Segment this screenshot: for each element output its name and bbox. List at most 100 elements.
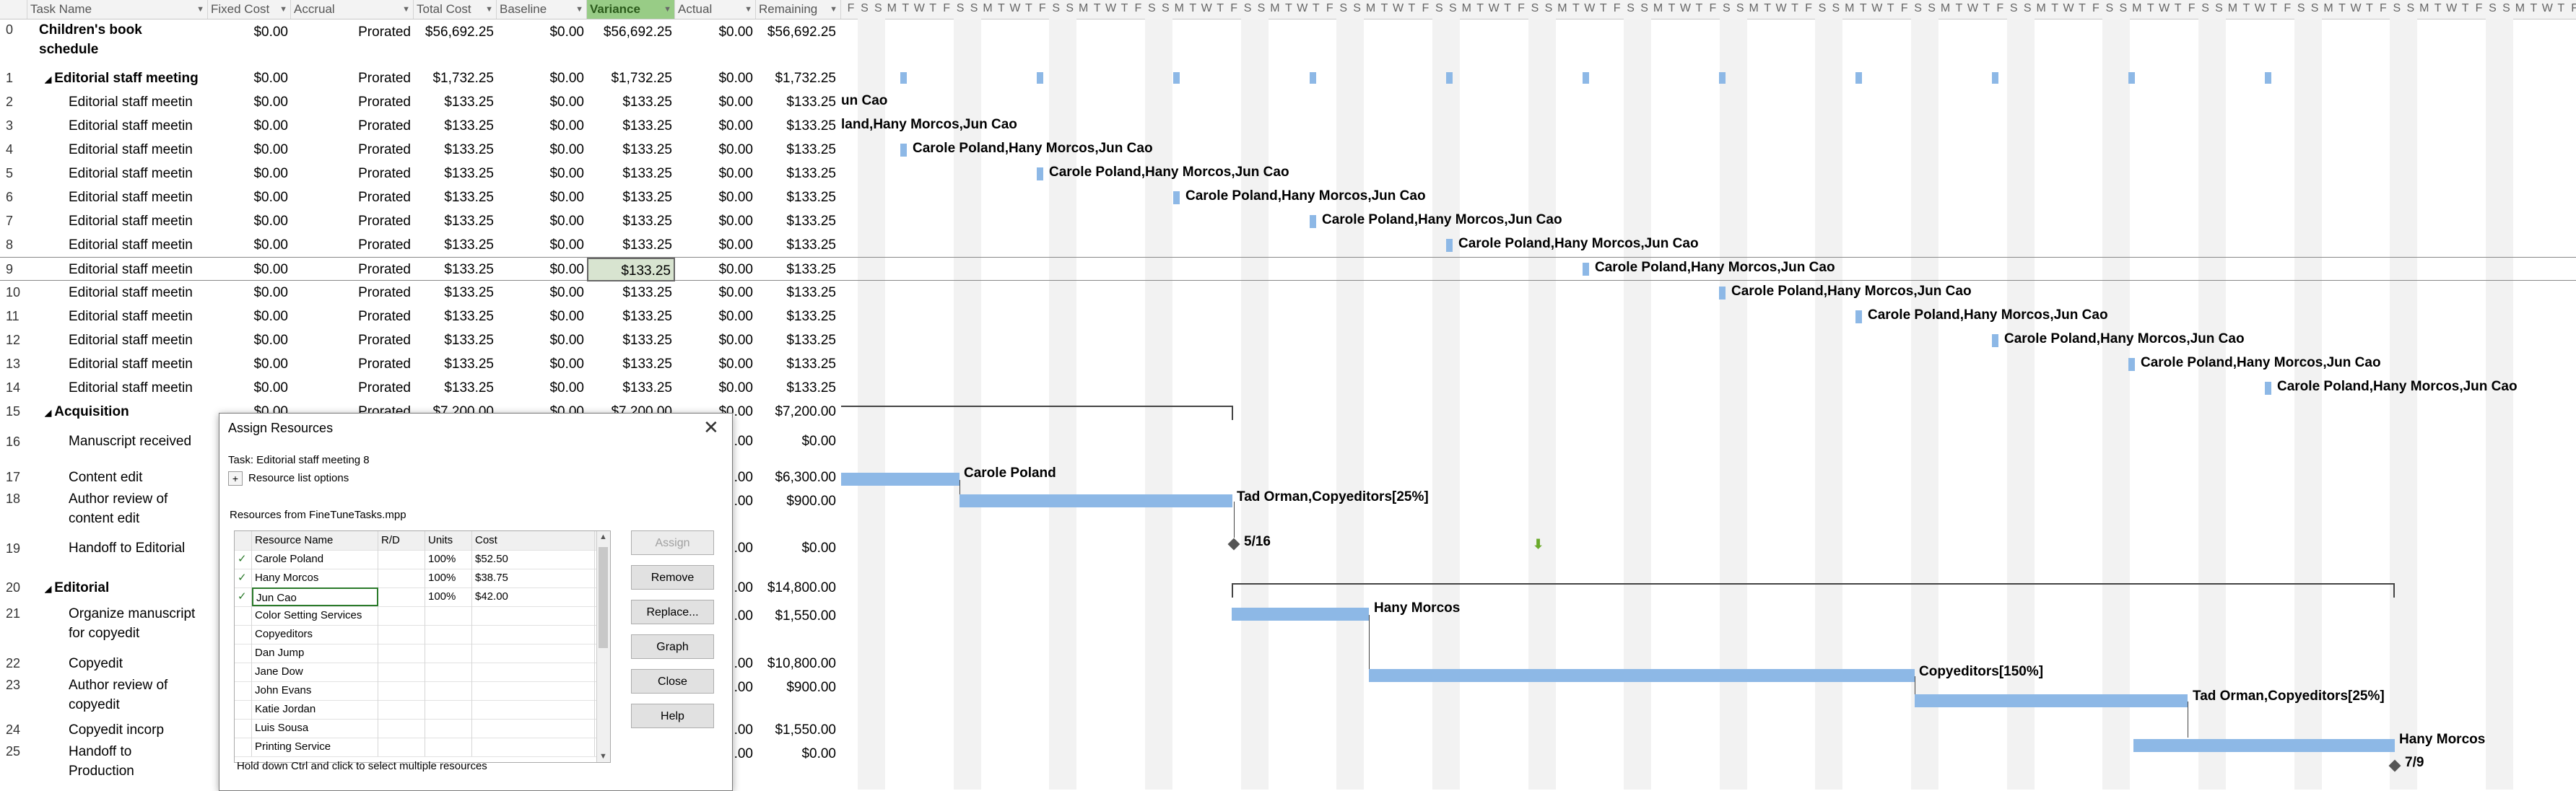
- fixed-cost-cell[interactable]: $0.00: [208, 209, 291, 233]
- fixed-cost-cell[interactable]: $0.00: [208, 305, 291, 328]
- variance-cell[interactable]: $133.25: [587, 162, 675, 185]
- total-cost-cell[interactable]: $133.25: [414, 233, 497, 257]
- remaining-cell[interactable]: $0.00: [756, 424, 839, 460]
- row-id[interactable]: 11: [0, 305, 26, 328]
- dropdown-icon[interactable]: ▼: [830, 0, 837, 19]
- resource-cost[interactable]: $38.75: [472, 569, 595, 587]
- total-cost-cell[interactable]: $133.25: [414, 162, 497, 185]
- resource-row[interactable]: Color Setting Services: [235, 606, 610, 626]
- col-actual[interactable]: Actual ▼: [675, 0, 756, 19]
- col-variance[interactable]: Variance ▼: [587, 0, 675, 19]
- collapse-icon[interactable]: ◢: [45, 408, 51, 418]
- variance-cell[interactable]: $133.25: [587, 90, 675, 114]
- resource-name[interactable]: Carole Poland: [252, 550, 378, 569]
- fixed-cost-cell[interactable]: $0.00: [208, 185, 291, 209]
- resource-units[interactable]: 100%: [425, 569, 472, 587]
- remaining-cell[interactable]: $0.00: [756, 742, 839, 766]
- task-bar-organize[interactable]: [1232, 608, 1369, 621]
- fixed-cost-cell[interactable]: $0.00: [208, 233, 291, 257]
- accrual-cell[interactable]: Prorated: [291, 209, 414, 233]
- resource-row[interactable]: Jane Dow: [235, 663, 610, 682]
- row-id[interactable]: 19: [0, 530, 26, 567]
- row-id[interactable]: 7: [0, 209, 26, 233]
- resource-name[interactable]: Dan Jump: [252, 644, 378, 663]
- table-row[interactable]: 10 Editorial staff meetin $0.00 Prorated $13…: [0, 281, 841, 305]
- assigned-check-icon[interactable]: [235, 719, 252, 738]
- actual-cell[interactable]: $0.00: [675, 114, 756, 138]
- accrual-cell[interactable]: Prorated: [291, 138, 414, 162]
- resource-name[interactable]: Luis Sousa: [252, 719, 378, 738]
- fixed-cost-cell[interactable]: $0.00: [208, 162, 291, 185]
- remaining-cell[interactable]: $133.25: [756, 281, 839, 305]
- dropdown-icon[interactable]: ▼: [485, 0, 493, 19]
- assigned-check-icon[interactable]: [235, 681, 252, 700]
- meeting-tick[interactable]: [2128, 72, 2135, 84]
- task-name-cell[interactable]: ◢ Editorial: [45, 576, 225, 601]
- total-cost-cell[interactable]: $133.25: [414, 114, 497, 138]
- scroll-down-icon[interactable]: ▼: [599, 752, 607, 761]
- total-cost-cell[interactable]: $1,732.25: [414, 66, 497, 90]
- task-bar-copyedit[interactable]: [1369, 669, 1915, 682]
- remaining-cell[interactable]: $1,732.25: [756, 66, 839, 90]
- variance-cell[interactable]: $56,692.25: [587, 20, 675, 44]
- actual-cell[interactable]: $0.00: [675, 66, 756, 90]
- resource-row[interactable]: Katie Jordan: [235, 700, 610, 720]
- resource-cost[interactable]: [472, 606, 595, 625]
- resource-table[interactable]: Resource Name R/D Units Cost ✓ Carole Pol…: [234, 530, 611, 763]
- task-bar-copyedit-incorp[interactable]: [2133, 739, 2395, 752]
- remaining-cell[interactable]: $14,800.00: [756, 576, 839, 600]
- remaining-cell[interactable]: $0.00: [756, 530, 839, 567]
- baseline-cell[interactable]: $0.00: [497, 258, 587, 281]
- resource-cost[interactable]: $42.00: [472, 587, 595, 606]
- fixed-cost-cell[interactable]: $0.00: [208, 328, 291, 352]
- accrual-cell[interactable]: Prorated: [291, 305, 414, 328]
- task-bar[interactable]: [1310, 215, 1316, 228]
- accrual-cell[interactable]: Prorated: [291, 376, 414, 400]
- resource-units[interactable]: [425, 663, 472, 681]
- task-bar[interactable]: [1173, 191, 1180, 204]
- task-bar[interactable]: [900, 144, 907, 157]
- fixed-cost-cell[interactable]: $0.00: [208, 376, 291, 400]
- resource-row[interactable]: ✓ Jun Cao 100% $42.00: [235, 587, 610, 607]
- row-id[interactable]: 0: [0, 20, 26, 40]
- actual-cell[interactable]: $0.00: [675, 90, 756, 114]
- task-bar-author-review-copyedit[interactable]: [1915, 694, 2188, 707]
- variance-cell[interactable]: $133.25: [587, 233, 675, 257]
- assigned-check-icon[interactable]: [235, 738, 252, 756]
- table-row[interactable]: 14 Editorial staff meetin $0.00 Prorated $13…: [0, 376, 841, 400]
- resource-rd[interactable]: [378, 681, 425, 700]
- row-id[interactable]: 1: [0, 66, 26, 90]
- total-cost-cell[interactable]: $133.25: [414, 376, 497, 400]
- row-id[interactable]: 20: [0, 576, 26, 600]
- variance-cell[interactable]: $133.25: [587, 376, 675, 400]
- remaining-cell[interactable]: $7,200.00: [756, 400, 839, 424]
- total-cost-cell[interactable]: $133.25: [414, 185, 497, 209]
- row-id[interactable]: 5: [0, 162, 26, 185]
- table-row[interactable]: 1 ◢ Editorial staff meeting $0.00 Prorated $1…: [0, 66, 841, 90]
- resource-cost[interactable]: [472, 663, 595, 681]
- resource-cost[interactable]: [472, 738, 595, 756]
- col-baseline[interactable]: Baseline ▼: [497, 0, 587, 19]
- variance-cell[interactable]: $133.25: [587, 138, 675, 162]
- dropdown-icon[interactable]: ▼: [402, 0, 410, 19]
- row-id[interactable]: 13: [0, 352, 26, 376]
- resource-name[interactable]: Jane Dow: [252, 663, 378, 681]
- resource-units[interactable]: [425, 681, 472, 700]
- remaining-cell[interactable]: $133.25: [756, 114, 839, 138]
- resource-units[interactable]: [425, 644, 472, 663]
- col-remaining[interactable]: Remaining ▼: [756, 0, 841, 19]
- resource-units[interactable]: 100%: [425, 587, 472, 606]
- remaining-cell[interactable]: $10,800.00: [756, 652, 839, 676]
- actual-cell[interactable]: $0.00: [675, 138, 756, 162]
- actual-cell[interactable]: $0.00: [675, 258, 756, 281]
- meeting-tick[interactable]: [1173, 72, 1180, 84]
- remaining-cell[interactable]: $133.25: [756, 233, 839, 257]
- remaining-cell[interactable]: $133.25: [756, 258, 839, 281]
- resource-list-options[interactable]: Resource list options: [248, 472, 349, 484]
- baseline-cell[interactable]: $0.00: [497, 209, 587, 233]
- resource-cost[interactable]: [472, 644, 595, 663]
- dropdown-icon[interactable]: ▼: [663, 0, 671, 19]
- task-bar[interactable]: [2265, 382, 2271, 395]
- remaining-cell[interactable]: $133.25: [756, 209, 839, 233]
- fixed-cost-cell[interactable]: $0.00: [208, 138, 291, 162]
